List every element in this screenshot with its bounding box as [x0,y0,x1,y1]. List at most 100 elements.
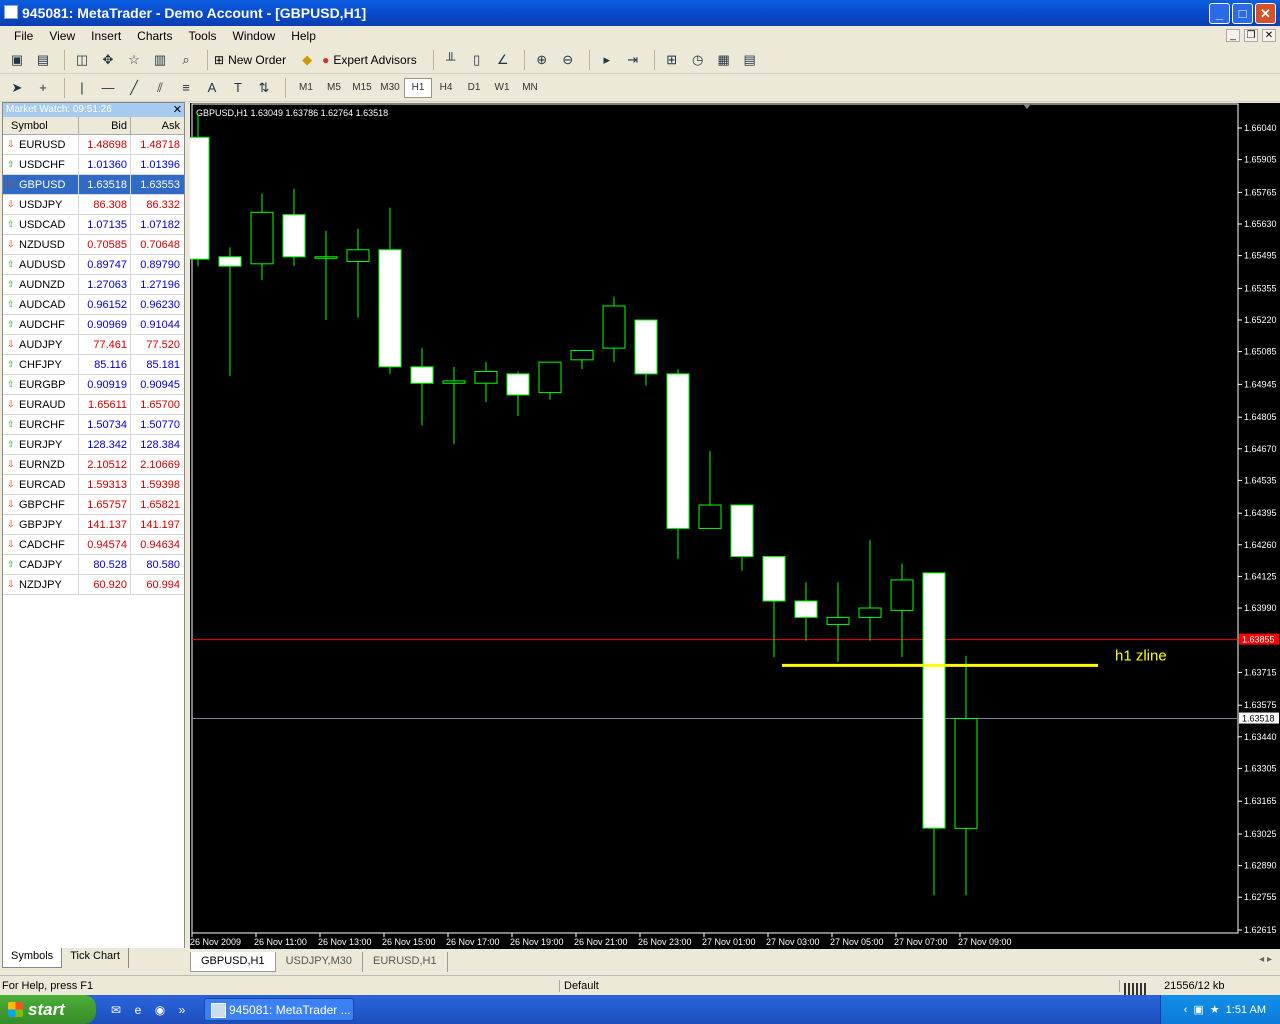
table-row[interactable]: ⇧ AUDUSD 0.89747 0.89790 [3,255,184,275]
profiles-icon[interactable]: ▤ [32,49,54,71]
table-row[interactable]: ⇩ CADCHF 0.94574 0.94634 [3,535,184,555]
maximize-button[interactable]: □ [1232,3,1253,24]
autoscroll-icon[interactable]: ▸ [596,49,618,71]
menu-help[interactable]: Help [283,29,324,43]
candlestick-icon[interactable]: ▯ [466,49,488,71]
table-row[interactable]: ⇩ GBPUSD 1.63518 1.63553 [3,175,184,195]
crosshair-icon[interactable]: + [32,77,54,99]
chart-tab-eurusd-h1[interactable]: EURUSD,H1 [363,952,448,972]
cursor-icon[interactable]: ➤ [6,77,28,99]
new-order-button[interactable]: ⊞ New Order [214,53,286,67]
trendline-icon[interactable]: ╱ [123,77,145,99]
close-button[interactable]: ✕ [1255,3,1276,24]
vertical-line-icon[interactable]: | [71,77,93,99]
ie-icon[interactable]: e [130,1002,146,1018]
mdi-restore-button[interactable]: ❐ [1244,29,1258,42]
navigator-icon[interactable]: ☆ [123,49,145,71]
strategy-tester-icon[interactable]: ⌕ [175,49,197,71]
fibonacci-icon[interactable]: ≡ [175,77,197,99]
templates-icon[interactable]: ▦ [713,49,735,71]
new-chart-icon[interactable]: ▣ [6,49,28,71]
candlestick-chart[interactable]: GBPUSD,H1 1.63049 1.63786 1.62764 1.6351… [190,103,1280,949]
menu-file[interactable]: File [6,29,41,43]
ask-header[interactable]: Ask [131,117,183,134]
table-row[interactable]: ⇩ EURNZD 2.10512 2.10669 [3,455,184,475]
arrows-icon[interactable]: ⇅ [253,77,275,99]
bid-header[interactable]: Bid [79,117,131,134]
outlook-icon[interactable]: ✉ [108,1002,124,1018]
table-row[interactable]: ⇧ AUDNZD 1.27063 1.27196 [3,275,184,295]
properties-icon[interactable]: ▤ [739,49,761,71]
bar-chart-icon[interactable]: ╨ [440,49,462,71]
tf-m30[interactable]: M30 [376,78,404,98]
text-icon[interactable]: A [201,77,223,99]
table-row[interactable]: ⇧ USDCAD 1.07135 1.07182 [3,215,184,235]
menu-view[interactable]: View [41,29,83,43]
tf-d1[interactable]: D1 [460,78,488,98]
table-row[interactable]: ⇧ AUDCHF 0.90969 0.91044 [3,315,184,335]
table-row[interactable]: ⇩ GBPCHF 1.65757 1.65821 [3,495,184,515]
tf-mn[interactable]: MN [516,78,544,98]
table-row[interactable]: ⇩ NZDJPY 60.920 60.994 [3,575,184,595]
tab-symbols[interactable]: Symbols [2,948,63,968]
table-row[interactable]: ⇩ EURAUD 1.65611 1.65700 [3,395,184,415]
table-row[interactable]: ⇧ CHFJPY 85.116 85.181 [3,355,184,375]
firefox-icon[interactable]: ◉ [152,1002,168,1018]
table-row[interactable]: ⇧ EURCHF 1.50734 1.50770 [3,415,184,435]
indicators-icon[interactable]: ⊞ [661,49,683,71]
channel-icon[interactable]: ⫽ [149,77,171,99]
tf-m1[interactable]: M1 [292,78,320,98]
table-row[interactable]: ⇧ USDCHF 1.01360 1.01396 [3,155,184,175]
title-bar: 945081: MetaTrader - Demo Account - [GBP… [0,0,1280,26]
table-row[interactable]: ⇧ CADJPY 80.528 80.580 [3,555,184,575]
horizontal-line-icon[interactable]: — [97,77,119,99]
expert-advisors-button[interactable]: ● Expert Advisors [322,53,417,67]
tray-expand-icon[interactable]: ‹ [1184,1004,1188,1016]
menu-charts[interactable]: Charts [129,29,180,43]
table-row[interactable]: ⇩ NZDUSD 0.70585 0.70648 [3,235,184,255]
chart-window[interactable]: GBPUSD,H1 1.63049 1.63786 1.62764 1.6351… [190,103,1280,949]
terminal-icon[interactable]: ▥ [149,49,171,71]
table-row[interactable]: ⇧ AUDCAD 0.96152 0.96230 [3,295,184,315]
tf-m15[interactable]: M15 [348,78,376,98]
table-row[interactable]: ⇩ EURCAD 1.59313 1.59398 [3,475,184,495]
tf-h4[interactable]: H4 [432,78,460,98]
tray-network-icon[interactable]: ▣ [1193,1003,1203,1016]
market-watch-icon[interactable]: ◫ [71,49,93,71]
zoom-in-icon[interactable]: ⊕ [531,49,553,71]
tab-tick-chart[interactable]: Tick Chart [62,948,129,968]
chart-shift-icon[interactable]: ⇥ [622,49,644,71]
meta-editor-icon[interactable]: ◆ [296,49,318,71]
chart-header: GBPUSD,H1 1.63049 1.63786 1.62764 1.6351… [196,108,388,118]
quick-launch-expand-icon[interactable]: » [174,1002,190,1018]
data-window-icon[interactable]: ✥ [97,49,119,71]
chart-tab-usdjpy-m30[interactable]: USDJPY,M30 [276,952,364,972]
chart-tab-gbpusd-h1[interactable]: GBPUSD,H1 [190,952,276,972]
table-row[interactable]: ⇧ EURGBP 0.90919 0.90945 [3,375,184,395]
zoom-out-icon[interactable]: ⊖ [557,49,579,71]
close-icon[interactable]: ✕ [173,103,182,117]
table-row[interactable]: ⇩ GBPJPY 141.137 141.197 [3,515,184,535]
tf-h1[interactable]: H1 [404,77,432,98]
minimize-button[interactable]: _ [1209,3,1230,24]
symbol-header[interactable]: Symbol [3,117,79,134]
mdi-minimize-button[interactable]: _ [1226,29,1240,42]
line-chart-icon[interactable]: ∠ [492,49,514,71]
mdi-close-button[interactable]: ✕ [1262,29,1276,42]
taskbar-item-metatrader[interactable]: 945081: MetaTrader ... [204,998,354,1021]
table-row[interactable]: ⇩ EURUSD 1.48698 1.48718 [3,135,184,155]
periods-icon[interactable]: ◷ [687,49,709,71]
text-label-icon[interactable]: T [227,77,249,99]
start-button[interactable]: start [0,995,96,1024]
tf-m5[interactable]: M5 [320,78,348,98]
tray-app-icon[interactable]: ★ [1210,1003,1220,1016]
menu-tools[interactable]: Tools [181,29,225,43]
time-tick-label: 26 Nov 13:00 [318,937,372,947]
tab-scroll-arrows[interactable]: ◂ ▸ [1259,954,1272,965]
table-row[interactable]: ⇩ AUDJPY 77.461 77.520 [3,335,184,355]
menu-insert[interactable]: Insert [83,29,129,43]
table-row[interactable]: ⇩ USDJPY 86.308 86.332 [3,195,184,215]
menu-window[interactable]: Window [225,29,284,43]
tf-w1[interactable]: W1 [488,78,516,98]
table-row[interactable]: ⇧ EURJPY 128.342 128.384 [3,435,184,455]
